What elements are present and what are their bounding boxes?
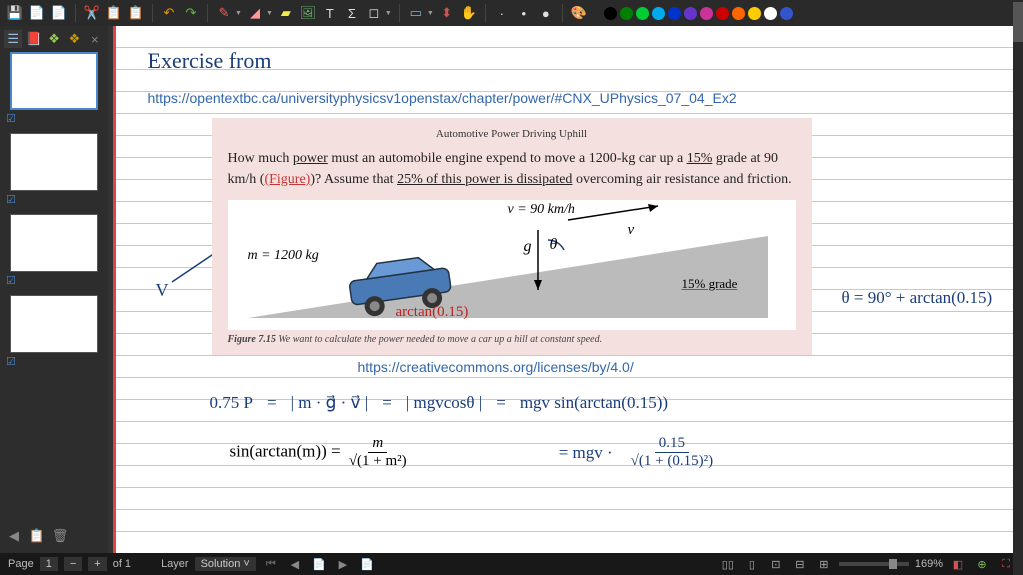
problem-title: Automotive Power Driving Uphill	[228, 128, 796, 140]
page-plus-icon[interactable]: 📄	[50, 4, 68, 22]
annot-arctan-red: arctan(0.15)	[396, 304, 469, 321]
eraser-icon[interactable]: ◢	[246, 4, 264, 22]
problem-diagram: v = 90 km/h m = 1200 kg 15% grade g θ v …	[228, 200, 796, 330]
canvas-area[interactable]: Exercise from https://opentextbc.ca/univ…	[108, 26, 1023, 553]
tab-close-icon[interactable]: ×	[86, 30, 104, 48]
page-title-handwritten: Exercise from	[148, 48, 987, 74]
pen-icon[interactable]: ✎	[215, 4, 233, 22]
sb-layer-label: Layer	[161, 558, 189, 570]
redo-icon[interactable]: ↷	[182, 4, 200, 22]
sb-view4-icon[interactable]: ⊟	[791, 557, 809, 571]
thumb-visible-checkbox[interactable]: ☑	[6, 274, 104, 287]
diagram-v-label: v = 90 km/h	[508, 202, 575, 218]
sb-view3-icon[interactable]: ⊡	[767, 557, 785, 571]
vsplit-icon[interactable]: ⬍	[438, 4, 456, 22]
hand-icon[interactable]: ✋	[460, 4, 478, 22]
color-swatch-10[interactable]	[764, 7, 777, 20]
sb-tool1-icon[interactable]: ◧	[949, 557, 967, 571]
thumb-delete-icon[interactable]: 🗑	[50, 527, 70, 545]
color-swatch-8[interactable]	[732, 7, 745, 20]
thumb-visible-checkbox[interactable]: ☑	[6, 355, 104, 368]
copy-icon[interactable]: 📋	[105, 4, 123, 22]
color-swatch-0[interactable]	[604, 7, 617, 20]
page-minus-button[interactable]: −	[64, 557, 82, 571]
thumbnail-2[interactable]	[10, 133, 98, 191]
vertical-scrollbar[interactable]	[1013, 26, 1023, 553]
license-url: https://creativecommons.org/licenses/by/…	[358, 359, 987, 375]
sb-page-label: Page	[8, 558, 34, 570]
figure-caption: Figure 7.15 We want to calculate the pow…	[228, 334, 796, 345]
color-swatch-7[interactable]	[716, 7, 729, 20]
thumbnail-sidebar: ☰ 📕 ❖ ❖ × ☑ ☑ ☑ ☑ ◀ 📋 🗑	[0, 26, 108, 553]
color-swatch-11[interactable]	[780, 7, 793, 20]
sb-view1-icon[interactable]: ▯▯	[719, 557, 737, 571]
page-canvas: Exercise from https://opentextbc.ca/univ…	[113, 26, 1019, 553]
diagram-grade-label: 15% grade	[682, 276, 738, 292]
tab-journal-icon[interactable]: 📕	[24, 30, 42, 48]
palette-icon[interactable]: 🎨	[570, 4, 588, 22]
equation-line-1: 0.75 P = | m · g⃗ · v⃗ | = | mgvcosθ | =…	[210, 393, 987, 413]
thin-icon[interactable]: ·	[493, 4, 511, 22]
sb-view5-icon[interactable]: ⊞	[815, 557, 833, 571]
equation-line-2: sin(arctan(m)) = m√(1 + m²) = mgv · 0.15…	[230, 435, 987, 470]
sb-layer-del-icon[interactable]: 📄	[358, 557, 376, 571]
thumbnail-3[interactable]	[10, 214, 98, 272]
med-icon[interactable]: •	[515, 4, 533, 22]
shape-icon[interactable]: ◻	[365, 4, 383, 22]
sb-view2-icon[interactable]: ▯	[743, 557, 761, 571]
zoom-level: 169%	[915, 558, 943, 570]
layer-dropdown[interactable]: Solution ˅	[195, 557, 256, 571]
color-swatch-5[interactable]	[684, 7, 697, 20]
source-url: https://opentextbc.ca/universityphysicsv…	[148, 90, 987, 106]
page-number-field[interactable]: 1	[40, 557, 58, 571]
color-swatch-1[interactable]	[620, 7, 633, 20]
sb-layer-add-icon[interactable]: 📄	[310, 557, 328, 571]
cut-icon[interactable]: ✂️	[83, 4, 101, 22]
color-swatch-2[interactable]	[636, 7, 649, 20]
color-swatch-6[interactable]	[700, 7, 713, 20]
problem-inset: Automotive Power Driving Uphill How much…	[212, 118, 812, 355]
sb-next-icon[interactable]: ▶	[334, 557, 352, 571]
thumb-visible-checkbox[interactable]: ☑	[6, 112, 104, 125]
diagram-v-vec: v	[628, 222, 635, 239]
tab-layers-icon[interactable]: ❖	[45, 30, 63, 48]
tab-list-icon[interactable]: ☰	[4, 30, 22, 48]
diagram-theta-label: θ	[550, 236, 558, 254]
color-swatch-4[interactable]	[668, 7, 681, 20]
paste-icon[interactable]: 📋	[127, 4, 145, 22]
sigma-icon[interactable]: Σ	[343, 4, 361, 22]
thick-icon[interactable]: ●	[537, 4, 555, 22]
diagram-m-label: m = 1200 kg	[248, 248, 319, 264]
problem-text: How much power must an automobile engine…	[228, 148, 796, 190]
color-swatch-3[interactable]	[652, 7, 665, 20]
color-swatch-9[interactable]	[748, 7, 761, 20]
select-icon[interactable]: ▭	[407, 4, 425, 22]
undo-icon[interactable]: ↶	[160, 4, 178, 22]
sb-tool2-icon[interactable]: ⊕	[973, 557, 991, 571]
page-plus-button[interactable]: +	[88, 557, 106, 571]
save-icon[interactable]: 💾	[6, 4, 24, 22]
main-toolbar: 💾 📄 📄 ✂️ 📋 📋 ↶ ↷ ✎▼ ◢▼ ▰ 🖼 T Σ ◻▼ ▭▼ ⬍ ✋…	[0, 0, 1023, 26]
diagram-g-label: g	[524, 238, 532, 256]
status-bar: Page 1 − + of 1 Layer Solution ˅ ⏮ ◀ 📄 ▶…	[0, 553, 1023, 575]
thumbnail-4[interactable]	[10, 295, 98, 353]
sb-page-of: of 1	[113, 558, 131, 570]
tab-layers2-icon[interactable]: ❖	[65, 30, 83, 48]
sb-prev-icon[interactable]: ◀	[286, 557, 304, 571]
new-page-icon[interactable]: 📄	[28, 4, 46, 22]
image-icon[interactable]: 🖼	[299, 4, 317, 22]
thumb-prev-icon[interactable]: ◀	[4, 527, 24, 545]
annot-theta-equation: θ = 90° + arctan(0.15)	[842, 288, 993, 308]
thumbnail-1[interactable]	[10, 52, 98, 110]
highlighter-icon[interactable]: ▰	[277, 4, 295, 22]
figure-link[interactable]: (Figure)	[264, 172, 310, 187]
thumb-copy-icon[interactable]: 📋	[27, 527, 47, 545]
zoom-slider[interactable]	[839, 562, 909, 566]
text-T-icon[interactable]: T	[321, 4, 339, 22]
sb-first-icon[interactable]: ⏮	[262, 557, 280, 571]
thumb-visible-checkbox[interactable]: ☑	[6, 193, 104, 206]
